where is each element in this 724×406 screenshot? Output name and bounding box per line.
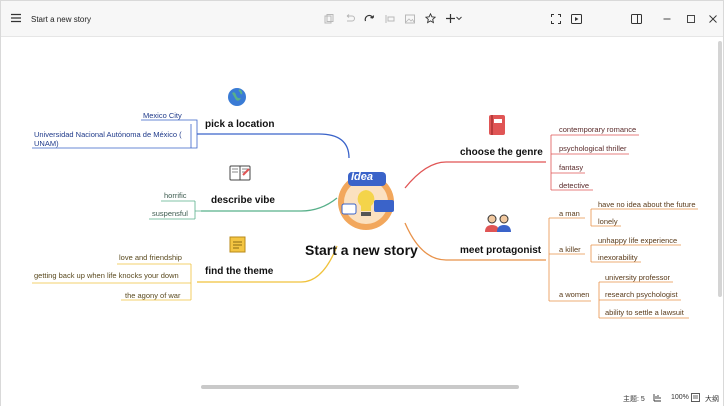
copy-icon[interactable]	[324, 14, 334, 24]
vertical-scrollbar[interactable]	[718, 41, 722, 297]
star-icon[interactable]	[425, 13, 436, 24]
book-icon	[488, 114, 506, 141]
outline-icon[interactable]	[691, 393, 700, 404]
group-a-killer[interactable]: a killer	[559, 245, 581, 254]
leaf-university-professor[interactable]: university professor	[605, 273, 670, 282]
leaf-suspensful[interactable]: suspensful	[152, 209, 188, 218]
fullscreen-icon[interactable]	[551, 14, 561, 24]
redo-icon[interactable]	[364, 14, 375, 24]
title-bar: Start a new story	[1, 1, 723, 37]
topic-pick-location[interactable]: pick a location	[205, 119, 274, 130]
topic-count: 主题: 5	[623, 396, 645, 403]
leaf-horrific[interactable]: horrific	[164, 191, 187, 200]
central-topic-image[interactable]: Idea	[334, 168, 398, 232]
sticky-note-icon	[228, 235, 248, 260]
outline-button[interactable]: 大纲	[705, 394, 719, 404]
leaf-mexico-city[interactable]: Mexico City	[143, 111, 182, 120]
leaf-research-psychologist[interactable]: research psychologist	[605, 290, 678, 299]
leaf-contemporary-romance[interactable]: contemporary romance	[559, 125, 636, 134]
leaf-unhappy-life[interactable]: unhappy life experience	[598, 236, 677, 245]
chevron-down-icon[interactable]	[456, 16, 462, 21]
leaf-lonely[interactable]: lonely	[598, 217, 618, 226]
leaf-agony-of-war[interactable]: the agony of war	[125, 291, 180, 300]
zoom-icon[interactable]	[653, 393, 662, 404]
minimize-icon[interactable]	[663, 15, 671, 23]
play-icon[interactable]	[571, 14, 582, 24]
leaf-detective[interactable]: detective	[559, 181, 589, 190]
connector-location	[197, 133, 350, 159]
close-icon[interactable]	[709, 15, 717, 23]
zoom-level[interactable]: 100%	[671, 394, 689, 401]
leaf-love-friendship[interactable]: love and friendship	[119, 253, 182, 262]
leaf-getting-back-up[interactable]: getting back up when life knocks your do…	[34, 271, 179, 280]
central-topic[interactable]: Start a new story	[305, 242, 418, 258]
topic-choose-genre[interactable]: choose the genre	[460, 147, 543, 158]
globe-icon	[227, 87, 247, 112]
group-a-women[interactable]: a women	[559, 290, 589, 299]
window-title: Start a new story	[31, 15, 92, 24]
leaf-unam-line2[interactable]: UNAM)	[34, 139, 59, 148]
topic-describe-vibe[interactable]: describe vibe	[211, 195, 275, 206]
sidebar-icon[interactable]	[631, 14, 642, 24]
status-bar: 主题: 5 100% 大纲	[1, 391, 723, 406]
connector-genre	[404, 161, 546, 189]
leaf-unam-line1[interactable]: Universidad Nacional Autónoma de México …	[34, 130, 182, 139]
leaf-psychological-thriller[interactable]: psychological thriller	[559, 144, 627, 153]
maximize-icon[interactable]	[687, 15, 695, 23]
insert-icon[interactable]	[385, 14, 395, 24]
notebook-icon	[229, 165, 251, 188]
topic-find-theme[interactable]: find the theme	[205, 266, 273, 277]
topic-meet-protagonist[interactable]: meet protagonist	[460, 245, 541, 256]
leaf-inexorability[interactable]: inexorability	[598, 253, 638, 262]
image-icon[interactable]	[405, 14, 415, 24]
app-window: Start a new story Idea Start a new story…	[0, 0, 724, 406]
people-icon	[484, 213, 512, 238]
mindmap-canvas[interactable]: Idea Start a new story pick a location M…	[1, 38, 723, 389]
central-badge: Idea	[351, 171, 374, 183]
add-icon[interactable]	[445, 13, 456, 24]
leaf-fantasy[interactable]: fantasy	[559, 163, 583, 172]
leaf-settle-lawsuit[interactable]: ability to settle a lawsuit	[605, 308, 684, 317]
group-a-man[interactable]: a man	[559, 209, 580, 218]
leaf-no-idea-future[interactable]: have no idea about the future	[598, 200, 696, 209]
undo-icon[interactable]	[344, 14, 355, 24]
horizontal-scrollbar[interactable]	[201, 385, 519, 389]
menu-icon[interactable]	[10, 12, 22, 24]
